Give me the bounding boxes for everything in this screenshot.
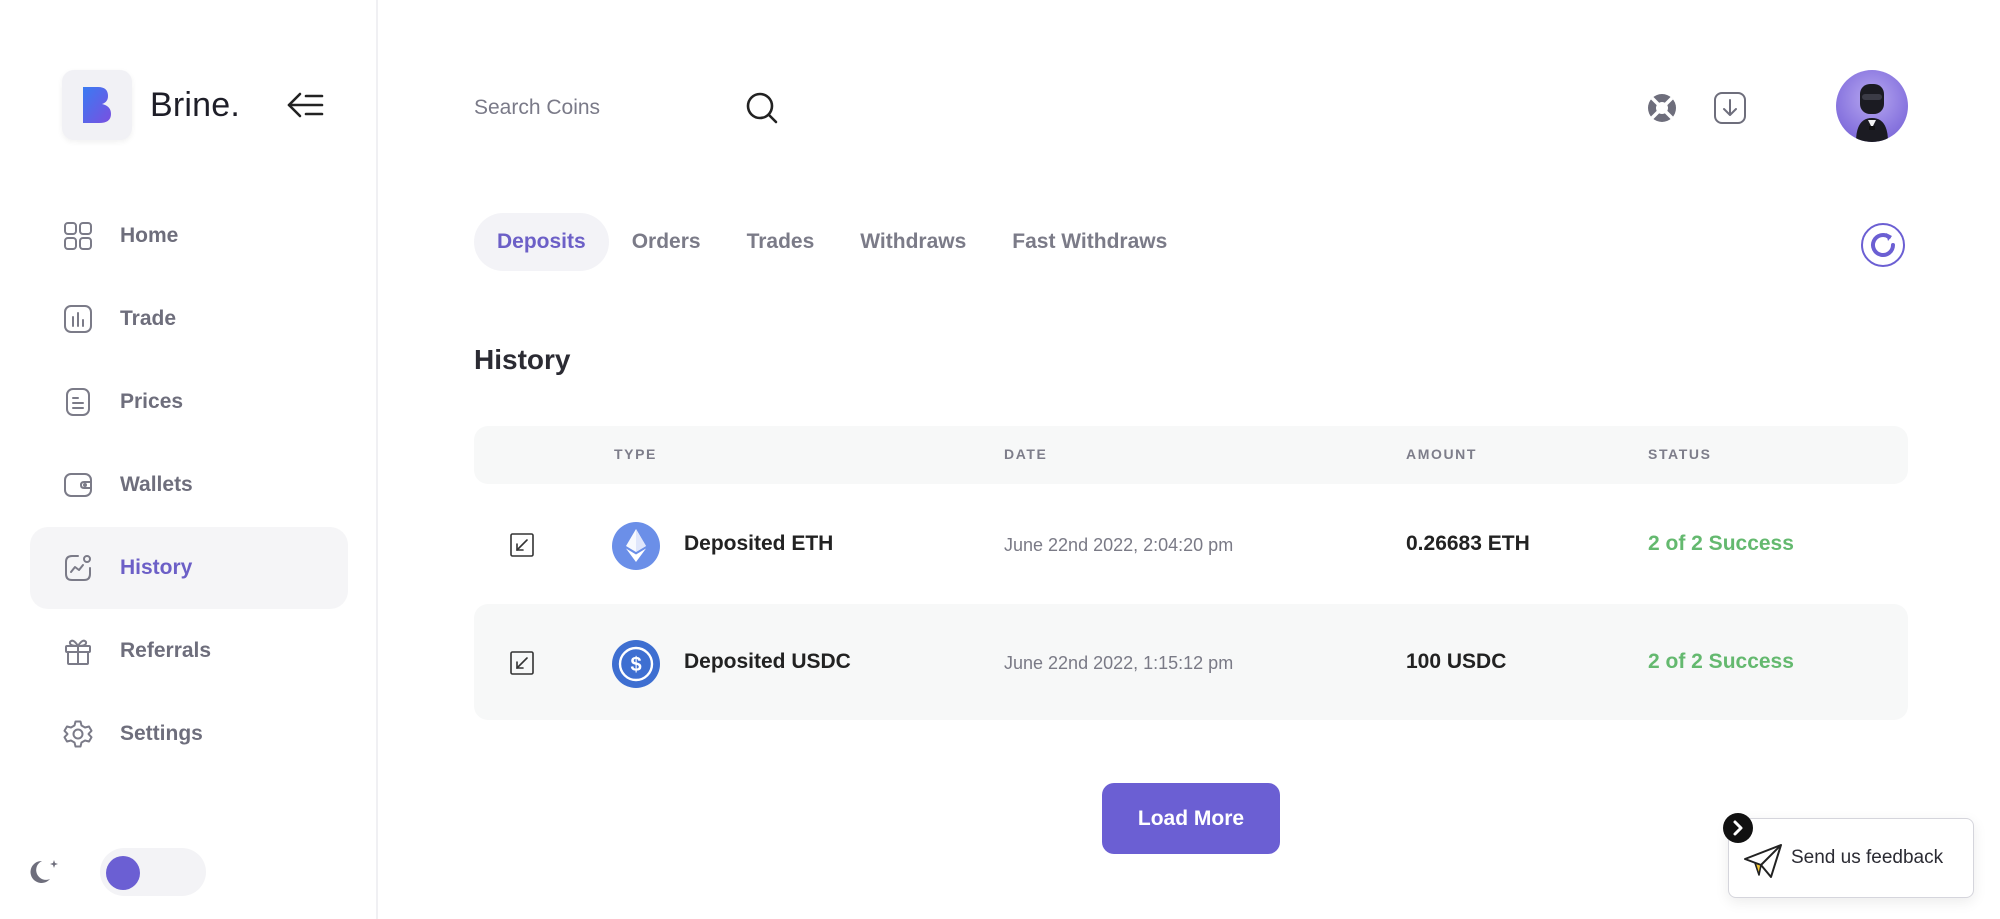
- tab-withdraws[interactable]: Withdraws: [837, 213, 989, 271]
- document-icon: [62, 386, 94, 418]
- toggle-knob: [106, 856, 140, 890]
- row-date: June 22nd 2022, 2:04:20 pm: [1004, 535, 1234, 555]
- row-type: Deposited ETH: [684, 532, 834, 555]
- sidebar-item-label: Prices: [120, 390, 184, 413]
- sidebar-item-history[interactable]: History: [30, 527, 348, 609]
- row-date: June 22nd 2022, 1:15:12 pm: [1004, 653, 1234, 673]
- tab-deposits[interactable]: Deposits: [474, 213, 609, 271]
- sidebar-item-home[interactable]: Home: [30, 195, 348, 277]
- theme-switcher: [28, 848, 206, 896]
- search-icon[interactable]: [744, 90, 780, 126]
- history-chart-icon: [62, 552, 94, 584]
- collapse-sidebar-icon[interactable]: [286, 88, 326, 122]
- search-bar: [474, 86, 794, 130]
- column-header-amount: AMOUNT: [1406, 446, 1478, 462]
- paper-plane-icon: [1741, 839, 1785, 883]
- tab-trades[interactable]: Trades: [724, 213, 838, 271]
- sidebar-item-label: Home: [120, 224, 179, 247]
- tab-fast-withdraws[interactable]: Fast Withdraws: [989, 213, 1190, 271]
- sidebar-item-referrals[interactable]: Referrals: [30, 610, 348, 692]
- row-amount: 0.26683 ETH: [1406, 532, 1530, 555]
- sidebar-item-settings[interactable]: Settings: [30, 693, 348, 775]
- column-header-type: TYPE: [614, 446, 657, 462]
- row-amount: 100 USDC: [1406, 650, 1507, 673]
- sidebar-item-trade[interactable]: Trade: [30, 278, 348, 360]
- gear-icon: [62, 718, 94, 750]
- sidebar-item-label: Trade: [120, 307, 177, 330]
- lifebuoy-support-icon[interactable]: [1644, 90, 1680, 126]
- download-icon[interactable]: [1712, 90, 1748, 126]
- sidebar-item-label: Settings: [120, 722, 203, 745]
- sidebar-item-label: History: [120, 556, 193, 579]
- table-row[interactable]: $ Deposited USDC June 22nd 2022, 1:15:12…: [474, 604, 1908, 720]
- eth-coin-icon: [612, 522, 660, 570]
- brand-logo: [62, 70, 132, 140]
- sidebar-item-label: Wallets: [120, 473, 193, 496]
- column-header-date: DATE: [1004, 446, 1048, 462]
- dark-mode-toggle[interactable]: [100, 848, 206, 896]
- app-root: Brine. Home Trade Prices Wallets History…: [0, 0, 2000, 919]
- search-input[interactable]: [474, 96, 724, 120]
- chart-bars-icon: [62, 303, 94, 335]
- moon-icon: [28, 855, 62, 889]
- table-row[interactable]: Deposited ETH June 22nd 2022, 2:04:20 pm…: [474, 486, 1908, 602]
- feedback-widget[interactable]: Send us feedback: [1723, 813, 1974, 898]
- usdc-coin-icon: $: [612, 640, 660, 688]
- brand-logo-icon: [83, 87, 111, 123]
- load-more-button[interactable]: Load More: [1102, 783, 1280, 854]
- sidebar-item-prices[interactable]: Prices: [30, 361, 348, 443]
- feedback-label: Send us feedback: [1791, 847, 1944, 868]
- history-tabs: Deposits Orders Trades Withdraws Fast Wi…: [474, 213, 1190, 271]
- avatar[interactable]: [1836, 70, 1908, 142]
- tab-orders[interactable]: Orders: [609, 213, 724, 271]
- deposit-arrow-icon: [510, 651, 534, 675]
- brand-name: Brine.: [150, 85, 241, 124]
- row-status: 2 of 2 Success: [1648, 650, 1794, 673]
- row-type: Deposited USDC: [684, 650, 851, 673]
- avatar-image: [1856, 84, 1888, 142]
- table-header: TYPE DATE AMOUNT STATUS: [474, 426, 1908, 484]
- deposit-arrow-icon: [510, 533, 534, 557]
- wallet-icon: [62, 469, 94, 501]
- sidebar-nav: Home Trade Prices Wallets History Referr…: [30, 195, 348, 776]
- row-status: 2 of 2 Success: [1648, 532, 1794, 555]
- sidebar-item-wallets[interactable]: Wallets: [30, 444, 348, 526]
- column-header-status: STATUS: [1648, 446, 1712, 462]
- page-title: History: [474, 344, 571, 375]
- sidebar-item-label: Referrals: [120, 639, 212, 662]
- grid-icon: [62, 220, 94, 252]
- history-table: TYPE DATE AMOUNT STATUS Deposited ETH Ju…: [474, 426, 1908, 720]
- sidebar: Brine. Home Trade Prices Wallets History…: [0, 0, 378, 919]
- brand[interactable]: Brine.: [62, 70, 240, 140]
- svg-text:$: $: [630, 654, 641, 676]
- refresh-icon[interactable]: [1860, 222, 1906, 268]
- gift-icon: [62, 635, 94, 667]
